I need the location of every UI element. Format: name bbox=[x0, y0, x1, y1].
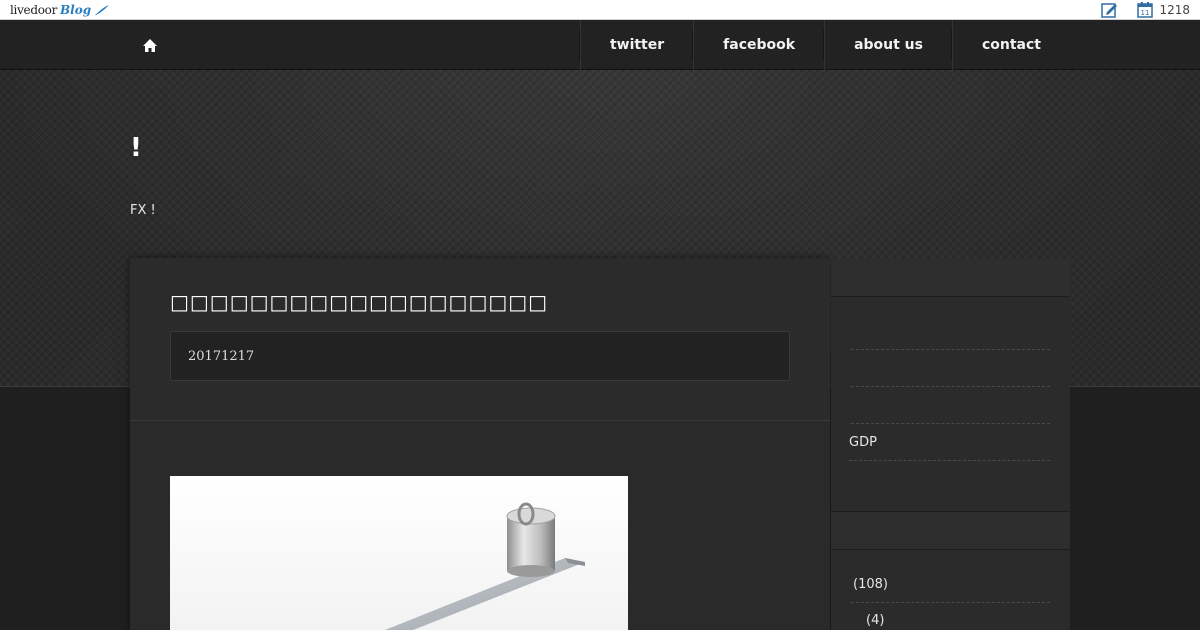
weight-on-plank-illustration bbox=[385, 502, 585, 630]
sidebar-section-header bbox=[831, 512, 1070, 550]
edit-icon[interactable] bbox=[1101, 2, 1119, 18]
sidebar-item[interactable] bbox=[851, 350, 1050, 387]
article-date-box: 20171217 bbox=[170, 331, 790, 381]
sidebar-section-header bbox=[831, 258, 1070, 297]
main-nav: twitter facebook about us contact bbox=[0, 20, 1200, 70]
visitor-count: 1218 bbox=[1159, 3, 1190, 17]
nav-about-us[interactable]: about us bbox=[823, 20, 952, 70]
sidebar-archive-item[interactable]: (4) bbox=[851, 603, 1050, 630]
sidebar-item[interactable] bbox=[851, 313, 1050, 350]
livedoor-toolbar: livedoor Blog 11 1218 bbox=[0, 0, 1200, 20]
sidebar-item-gdp[interactable]: GDP bbox=[849, 424, 1050, 461]
livedoor-blog-logo[interactable]: livedoor Blog bbox=[10, 2, 110, 18]
sidebar-item[interactable] bbox=[851, 387, 1050, 424]
calendar-icon[interactable]: 11 bbox=[1137, 2, 1154, 18]
blog-description: FX ! bbox=[130, 203, 156, 218]
article-header: □□□□□□□□□□□□□□□□□□□ 20171217 bbox=[130, 258, 830, 421]
blog-title[interactable]: ! bbox=[130, 133, 142, 163]
sidebar-category-list: GDP bbox=[831, 313, 1070, 461]
archive-count: (108) bbox=[853, 577, 888, 592]
article-date: 20171217 bbox=[188, 348, 255, 364]
article-body bbox=[130, 422, 830, 630]
svg-text:11: 11 bbox=[1141, 9, 1150, 17]
article-title[interactable]: □□□□□□□□□□□□□□□□□□□ bbox=[170, 290, 548, 314]
home-icon[interactable] bbox=[142, 38, 158, 53]
feather-icon bbox=[95, 5, 110, 15]
article-panel: □□□□□□□□□□□□□□□□□□□ 20171217 bbox=[130, 258, 830, 630]
sidebar-spacer bbox=[831, 461, 1070, 512]
logo-word: livedoor bbox=[10, 3, 58, 17]
archive-count: (4) bbox=[866, 613, 885, 628]
sidebar-archive-list: (108) (4) bbox=[831, 567, 1070, 630]
article-image[interactable] bbox=[170, 476, 628, 630]
nav-contact[interactable]: contact bbox=[950, 20, 1070, 70]
nav-twitter[interactable]: twitter bbox=[578, 20, 693, 70]
sidebar-archive-item[interactable]: (108) bbox=[851, 567, 1050, 603]
nav-facebook[interactable]: facebook bbox=[692, 20, 824, 70]
sidebar: GDP (108) (4) bbox=[831, 258, 1070, 630]
logo-blog: Blog bbox=[60, 3, 92, 17]
